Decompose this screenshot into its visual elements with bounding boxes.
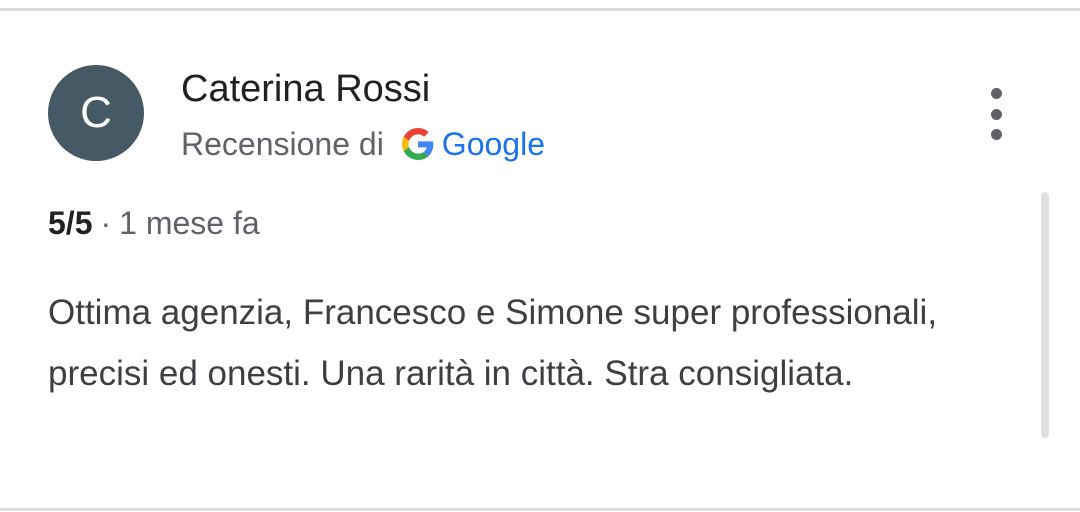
review-card: C Caterina Rossi Recensione di Google 5/… bbox=[0, 0, 1080, 512]
more-options-button[interactable] bbox=[975, 84, 1017, 144]
more-vert-icon-dot bbox=[990, 129, 1002, 140]
separator: · bbox=[100, 204, 112, 241]
bottom-divider bbox=[0, 508, 1080, 511]
review-text: Ottima agenzia, Francesco e Simone super… bbox=[48, 293, 938, 393]
google-link[interactable]: Google bbox=[442, 126, 545, 163]
more-vert-icon-dot bbox=[990, 108, 1002, 120]
rating-score: 5/5 bbox=[48, 204, 93, 241]
top-divider bbox=[0, 8, 1080, 11]
review-source: Recensione di Google bbox=[181, 124, 545, 164]
author-name[interactable]: Caterina Rossi bbox=[181, 68, 430, 111]
avatar[interactable]: C bbox=[48, 65, 144, 161]
scrollbar[interactable] bbox=[1041, 192, 1049, 438]
rating-row: 5/5 · 1 mese fa bbox=[48, 202, 260, 244]
review-time: 1 mese fa bbox=[119, 204, 260, 241]
google-g-icon bbox=[401, 128, 434, 160]
more-vert-icon bbox=[990, 88, 1002, 99]
source-prefix: Recensione di bbox=[181, 125, 384, 162]
avatar-letter: C bbox=[80, 88, 112, 137]
